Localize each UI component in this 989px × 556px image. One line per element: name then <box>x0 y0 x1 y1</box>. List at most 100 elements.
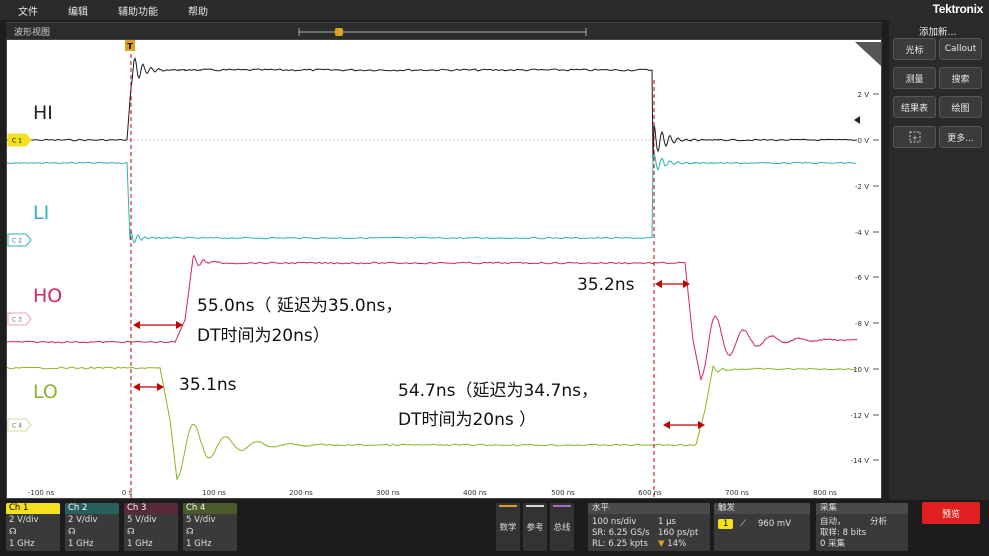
add-new-panel: 添加新... 光标 Callout 测量 搜索 结果表 绘图 + 更多... <box>889 20 989 500</box>
cursor-button[interactable]: 光标 <box>893 38 936 60</box>
channel-3-bw: 1 GHz <box>127 539 153 549</box>
horizontal-scale: 100 ns/div <box>592 517 637 527</box>
acquisition-mode: 自动， <box>820 517 846 527</box>
waveform-svg[interactable]: 2 V0 V-2 V-4 V-6 V-8 V-10 V-12 V-14 V-10… <box>7 40 882 499</box>
math-button[interactable]: 数学 <box>496 503 520 551</box>
brand-logo: Tektronix <box>932 2 984 16</box>
signal-label-lo: LO <box>33 381 58 403</box>
search-button[interactable]: 搜索 <box>939 67 982 89</box>
signal-label-ho: HO <box>33 285 62 307</box>
channel-2-name: Ch 2 <box>65 503 119 514</box>
channel-badge-4[interactable]: Ch 4 5 V/div ☊ 1 GHz <box>183 503 237 551</box>
channel-3-marker-label: C 3 <box>12 317 22 324</box>
channel-2-bw: 1 GHz <box>68 539 94 549</box>
menu-help[interactable]: 帮助 <box>170 3 220 18</box>
trigger-source: 1 <box>718 519 734 529</box>
channel-2-scale: 2 V/div <box>68 515 98 525</box>
channel-1-name: Ch 1 <box>6 503 60 514</box>
probe-icon: ☊ <box>68 527 76 537</box>
x-tick-label: 600 ns <box>638 489 662 497</box>
menu-edit[interactable]: 编辑 <box>50 3 100 18</box>
y-tick-label: -12 V <box>851 412 870 420</box>
trigger-position-icon: ▼ <box>658 539 668 549</box>
drag-add-icon[interactable]: + <box>893 126 936 148</box>
x-tick-label: 500 ns <box>551 489 575 497</box>
x-tick-label: 400 ns <box>463 489 487 497</box>
add-new-title: 添加新... <box>919 27 957 38</box>
bus-label: 总线 <box>553 523 571 533</box>
annotation-ho-rise-2: DT时间为20ns） <box>197 326 330 346</box>
y-tick-label: 0 V <box>858 137 870 145</box>
horizontal-position-value: 14% <box>667 539 687 549</box>
ho-rise-arrow-head-left <box>133 321 140 329</box>
channel-4-marker-label: C 4 <box>12 423 22 430</box>
x-tick-label: 700 ns <box>725 489 749 497</box>
x-tick-label: -100 ns <box>28 489 55 497</box>
channel-3-name: Ch 3 <box>124 503 178 514</box>
menu-accessibility[interactable]: 辅助功能 <box>100 3 170 18</box>
channel-4-bw: 1 GHz <box>186 539 212 549</box>
more-button[interactable]: 更多... <box>939 126 982 148</box>
horizontal-record-time: 1 μs <box>658 517 676 527</box>
record-view-indicator[interactable] <box>6 23 882 40</box>
y-tick-label: 2 V <box>858 91 870 99</box>
channel-1-marker-label: C 1 <box>12 138 22 145</box>
channel-4-scale: 5 V/div <box>186 515 216 525</box>
waveform-plot[interactable]: 2 V0 V -2 V -4 V -6 V -8 V -10 V -12 V -14 V -10… <box>6 39 882 499</box>
x-tick-label: 300 ns <box>376 489 400 497</box>
annotation-lo-rise: 54.7ns（延迟为34.7ns， <box>398 381 598 401</box>
horizontal-title: 水平 <box>588 503 710 514</box>
zoom-corner-icon <box>855 42 881 66</box>
y-tick-label: -2 V <box>855 183 869 191</box>
reference-button[interactable]: 参考 <box>523 503 547 551</box>
menu-bar: 文件 编辑 辅助功能 帮助 Tektronix <box>0 0 989 20</box>
measure-button[interactable]: 测量 <box>893 67 936 89</box>
svg-text:+: + <box>911 134 918 143</box>
lo-rise-arrow-head-left <box>663 421 670 429</box>
reference-label: 参考 <box>526 523 544 533</box>
acquisition-settings[interactable]: 采集 自动， 分析 取样: 8 bits 0 采集 <box>816 503 908 551</box>
waveform-view-header: 波形视图 <box>6 22 882 39</box>
probe-icon: ☊ <box>186 527 194 537</box>
bus-button[interactable]: 总线 <box>550 503 574 551</box>
trigger-title: 触发 <box>714 503 810 514</box>
ch3-trace <box>7 254 858 381</box>
sample-rate: SR: 6.25 GS/s <box>592 528 650 538</box>
annotation-ho-rise: 55.0ns（ 延迟为35.0ns， <box>197 296 402 316</box>
x-tick-label: 200 ns <box>289 489 313 497</box>
signal-label-hi: HI <box>33 102 53 124</box>
menu-file[interactable]: 文件 <box>0 3 50 18</box>
channel-badge-2[interactable]: Ch 2 2 V/div ☊ 1 GHz <box>65 503 119 551</box>
channel-1-scale: 2 V/div <box>9 515 39 525</box>
y-tick-label: -14 V <box>851 457 870 465</box>
results-table-button[interactable]: 结果表 <box>893 96 936 118</box>
horizontal-settings[interactable]: 水平 100 ns/div 1 μs SR: 6.25 GS/s 160 ps/… <box>588 503 710 551</box>
acquisition-analyze: 分析 <box>870 517 888 527</box>
stop-run-button[interactable]: 预览 <box>922 502 980 524</box>
annotation-lo-rise-2: DT时间为20ns ） <box>398 410 536 430</box>
probe-icon: ☊ <box>9 527 17 537</box>
trigger-settings[interactable]: 触发 1 ⟋ 960 mV <box>714 503 810 551</box>
channel-badge-1[interactable]: Ch 1 2 V/div ☊ 1 GHz <box>6 503 60 551</box>
bottom-bar: Ch 1 2 V/div ☊ 1 GHz Ch 2 2 V/div ☊ 1 GH… <box>0 500 989 556</box>
acquisition-sampling: 取样: 8 bits <box>820 528 867 538</box>
math-label: 数学 <box>499 523 517 533</box>
annotation-lo-fall: 35.1ns <box>179 375 237 395</box>
probe-icon: ☊ <box>127 527 135 537</box>
channel-2-marker-label: C 2 <box>12 238 22 245</box>
rising-edge-icon: ⟋ <box>740 519 746 529</box>
plot-button[interactable]: 绘图 <box>939 96 982 118</box>
annotation-ho-fall: 35.2ns <box>577 275 635 295</box>
ho-fall-arrow-head-left <box>655 280 662 288</box>
acquisition-title: 采集 <box>816 503 908 514</box>
channel-badge-3[interactable]: Ch 3 5 V/div ☊ 1 GHz <box>124 503 178 551</box>
ch1-trace <box>7 57 858 161</box>
y-tick-label: -4 V <box>855 229 869 237</box>
trigger-level-arrow-icon <box>854 116 860 124</box>
y-tick-label: -8 V <box>855 320 869 328</box>
callout-button[interactable]: Callout <box>939 38 982 60</box>
trigger-marker-label: T <box>127 42 133 51</box>
ch2-trace <box>7 152 857 244</box>
trigger-level: 960 mV <box>758 519 792 529</box>
horizontal-position: ▼ 14% <box>658 539 686 549</box>
